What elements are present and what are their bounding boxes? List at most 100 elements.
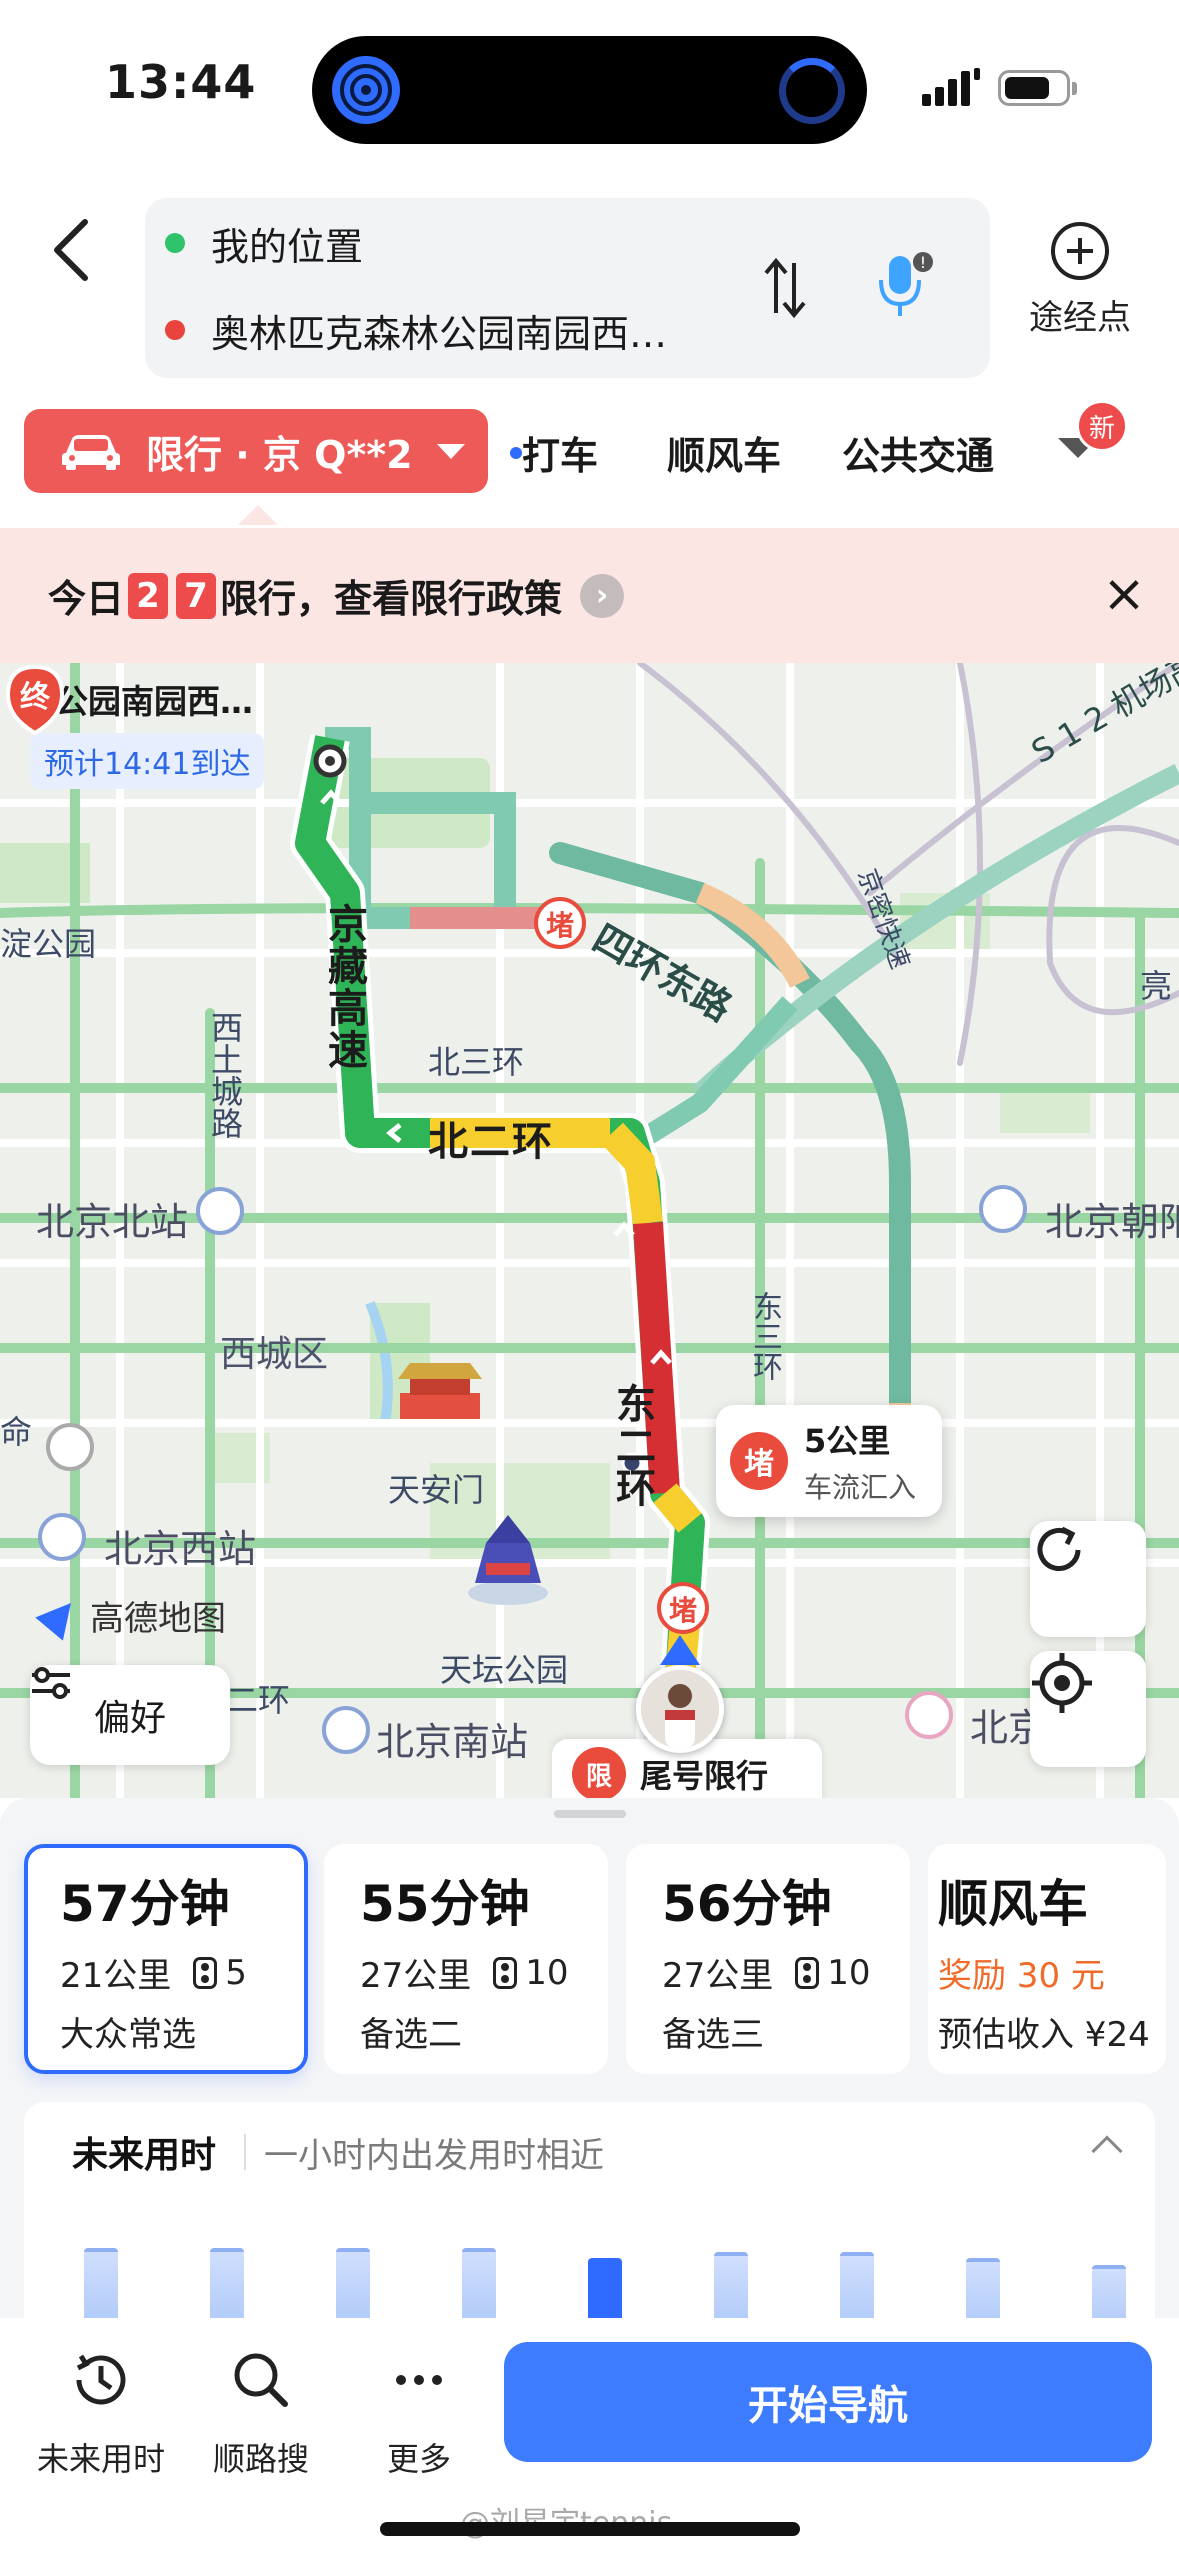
place-label-beijing-west: 北京西站 [104,1527,257,1571]
origin-field[interactable]: 我的位置 [165,213,363,273]
search-icon [234,2353,288,2407]
svg-text:!: ! [920,253,926,272]
tab-driving[interactable]: 限行 · 京 Q**2 [24,409,488,493]
route-tag: 备选二 [360,2015,462,2055]
place-label-ming: 命 [0,1413,33,1451]
more-button[interactable]: 更多 [344,2348,494,2480]
traffic-light-icon [193,1956,218,1989]
destination-field[interactable]: 奥林匹克森林公园南园西… [165,300,667,360]
sheet-grabber[interactable] [554,1810,626,1818]
more-dots-icon [396,2375,442,2385]
traffic-light-icon [493,1956,518,1989]
route-tag: 大众常选 [60,2015,196,2055]
destination-dot-icon [165,320,185,340]
place-label-tiantan: 天坛公园 [440,1651,569,1689]
place-label-liang: 亮 [1140,967,1173,1005]
home-indicator[interactable] [380,2522,800,2536]
taxi-indicator-dot [510,447,522,459]
place-label-beijing-chaoyang: 北京朝阳 [1045,1200,1179,1244]
battery-icon [998,70,1070,106]
limit-icon: 限 [572,1747,626,1798]
chevron-right-icon: › [580,573,625,618]
voice-input-icon[interactable]: ! [875,250,935,320]
user-location-avatar [636,1665,724,1753]
restriction-plate-label: 限行 · 京 Q**2 [146,432,413,477]
chevron-down-icon [436,443,465,459]
divider [244,2134,246,2170]
search-along-button[interactable]: 顺路搜 [186,2348,336,2480]
close-icon[interactable]: × [1098,568,1150,620]
new-badge: 新 [1076,400,1128,452]
restricted-digit-1: 2 [128,572,169,619]
road-label-erhuan: 二环 [226,1681,291,1719]
place-label-beijing-south: 北京南站 [376,1720,529,1764]
future-time-button[interactable]: 未来用时 [26,2348,176,2480]
origin-dot-icon [165,233,185,253]
carpool-reward: 奖励 30 元 [938,1956,1105,1996]
route-distance: 27公里 [360,1956,472,1996]
active-tab-pointer [238,505,278,525]
amap-logo-icon [35,1590,85,1641]
tab-public-transit[interactable]: 公共交通 [842,425,994,480]
transport-mode-tabs: 限行 · 京 Q**2 打车 顺风车 公共交通 [0,405,1179,495]
plus-icon [1051,222,1109,280]
tab-carpool[interactable]: 顺风车 [667,425,781,480]
route-time: 56分钟 [662,1875,832,1933]
cellular-signal-icon [922,68,980,106]
restriction-prefix: 今日 [48,577,125,621]
traffic-light-icon [795,1956,820,1989]
route-tag: 备选三 [662,2015,764,2055]
back-button[interactable] [36,205,106,295]
carpool-title: 顺风车 [938,1875,1088,1933]
road-label-beierhuan: 北二环 [428,1119,554,1165]
refresh-button[interactable] [1030,1521,1146,1637]
clock-history-icon [76,2354,126,2405]
chevron-up-icon[interactable] [1091,2135,1123,2167]
svg-text:堵: 堵 [546,909,574,942]
end-pin-icon: 终 [5,664,65,736]
road-label-dongerhuan: 东二环 [609,1383,655,1509]
origin-label: 我的位置 [211,224,364,269]
tab-taxi[interactable]: 打车 [522,425,598,480]
road-label-dongsanhuan: 东三环 [747,1291,782,1381]
carpool-income: 预估收入 ¥24 [938,2015,1150,2055]
route-option-1[interactable]: 57分钟 21公里 5 大众常选 [24,1844,308,2074]
amap-logo: 高德地图 [35,1590,226,1641]
future-time-label: 未来用时 [36,2440,165,2478]
swap-icon[interactable] [760,253,810,323]
place-label-xicheng: 西城区 [220,1334,329,1375]
route-time: 57分钟 [60,1875,230,1933]
airdrop-icon [332,56,400,124]
route-meta: 27公里 10 [662,1948,910,1997]
road-label-xitucheng: 西土城路 [206,1011,244,1139]
place-label-tiananmen: 天安门 [388,1471,485,1509]
plate-limit-label: 尾号限行 [640,1757,769,1795]
traffic-jam-card[interactable]: 堵 5公里 车流汇入 [716,1405,942,1517]
jam-description: 车流汇入 [804,1471,917,1504]
route-lights: 10 [827,1952,871,1993]
locate-button[interactable] [1030,1651,1146,1767]
bottom-action-bar: 未来用时 顺路搜 更多 开始导航 @刘星宇tennis [0,2318,1179,2556]
route-lights: 10 [525,1952,569,1993]
route-option-2[interactable]: 55分钟 27公里 10 备选二 [324,1844,608,2074]
start-navigation-button[interactable]: 开始导航 [504,2342,1152,2462]
battery-nub [1072,82,1077,95]
map-view[interactable]: 堵 堵 公园南园西… 预计14:41到达 终 京藏高速 北二环 东二环 四环东路… [0,663,1179,1798]
preferences-button[interactable]: 偏好 [30,1665,230,1765]
carpool-option[interactable]: 顺风车 奖励 30 元 预估收入 ¥24 [928,1844,1166,2074]
route-meta: 27公里 10 [360,1948,608,1997]
car-icon [62,435,120,470]
route-option-3[interactable]: 56分钟 27公里 10 备选三 [626,1844,910,2074]
activity-ring-icon [779,58,845,124]
road-label-beisanhuan: 北三环 [428,1043,525,1081]
route-distance: 21公里 [60,1956,172,1996]
amap-logo-text: 高德地图 [90,1599,226,1639]
svg-text:堵: 堵 [669,1594,697,1627]
add-waypoint-button[interactable]: 途经点 [1015,222,1145,352]
future-time-panel: 未来用时 一小时内出发用时相近 [24,2102,1155,2342]
restriction-banner[interactable]: 今日 2 7 限行，查看限行政策 › [0,528,1179,663]
search-along-label: 顺路搜 [212,2440,309,2478]
sliders-icon [32,1667,70,1699]
route-meta: 21公里 5 [60,1948,304,1997]
future-subtitle: 一小时内出发用时相近 [264,2136,604,2176]
